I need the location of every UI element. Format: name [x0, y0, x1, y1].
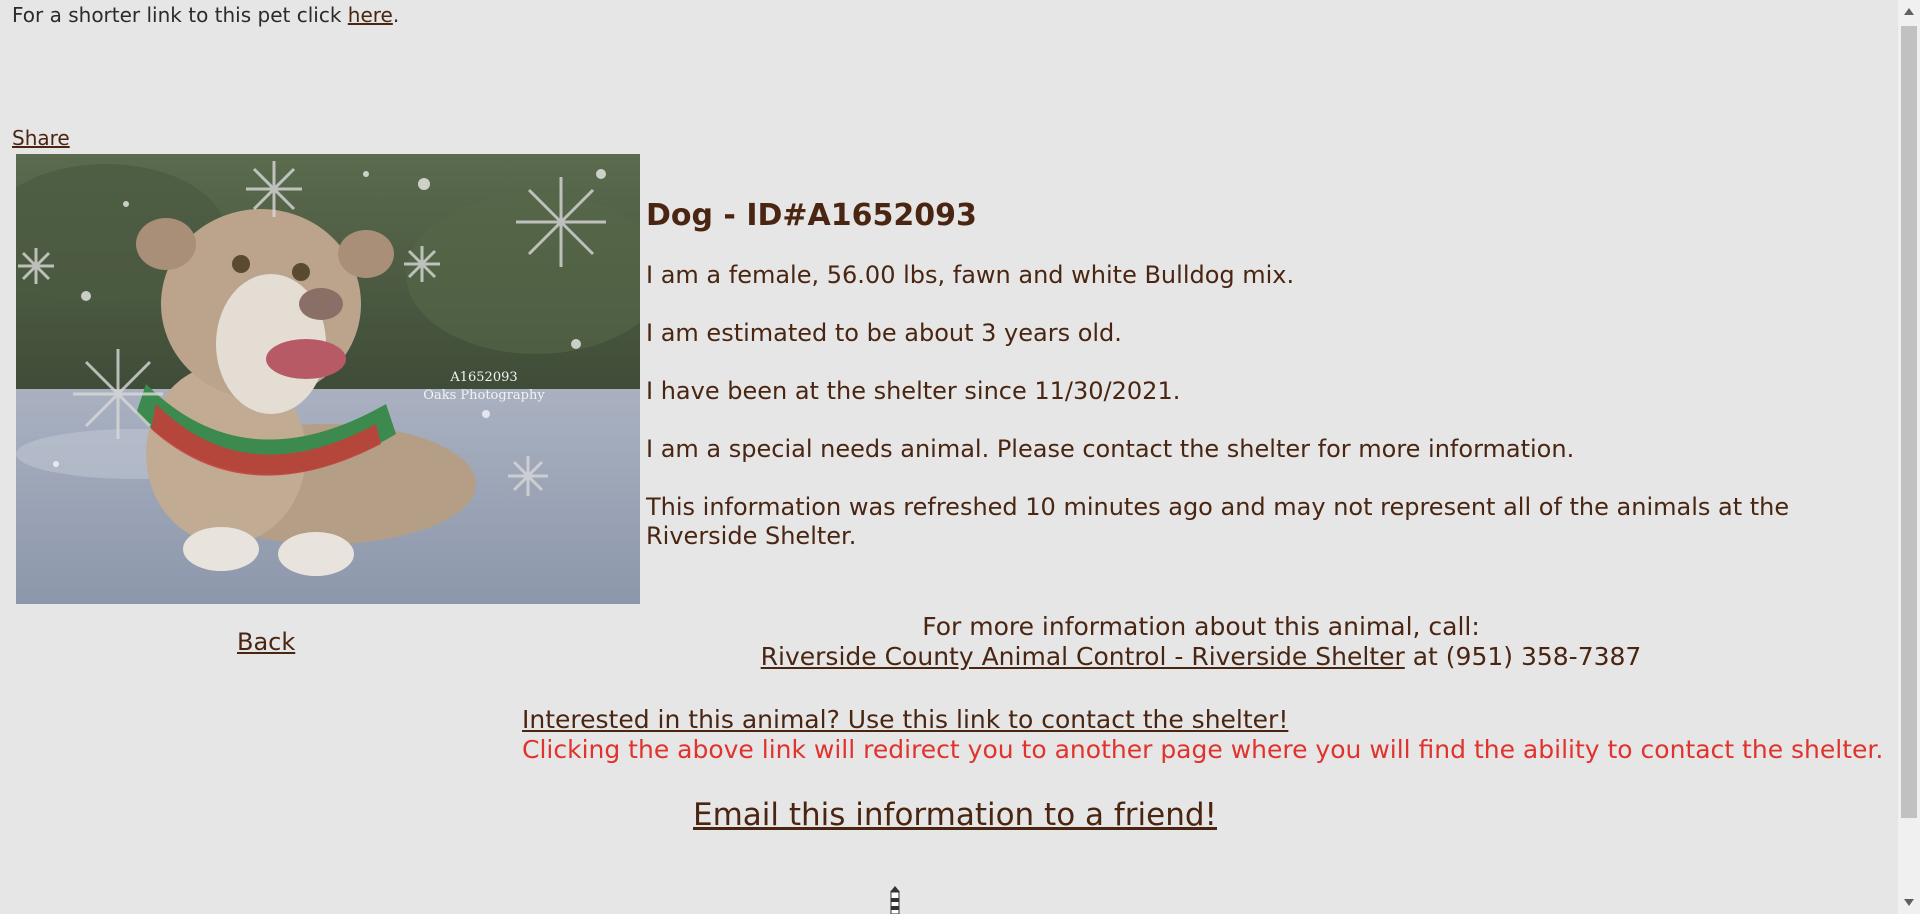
animal-shelter-since: I have been at the shelter since 11/30/2… [646, 377, 1181, 405]
short-link-here[interactable]: here [348, 3, 393, 27]
refresh-notice: This information was refreshed 10 minute… [646, 493, 1790, 550]
scrollbar-thumb[interactable] [1901, 26, 1917, 818]
back-link[interactable]: Back [237, 628, 295, 656]
short-link-text: For a shorter link to this pet click [12, 3, 348, 27]
animal-description: I am a female, 56.00 lbs, fawn and white… [646, 261, 1295, 289]
animal-age: I am estimated to be about 3 years old. [646, 319, 1122, 347]
redirect-note: Clicking the above link will redirect yo… [522, 735, 1884, 764]
interest-block: Interested in this animal? Use this link… [522, 705, 1883, 765]
animal-details: Dog - ID#A1652093 I am a female, 56.00 l… [646, 198, 1876, 580]
call-line: Riverside County Animal Control - Rivers… [646, 642, 1756, 672]
photo-watermark-id: A1652093 [449, 370, 517, 385]
phone-prefix: at [1404, 642, 1446, 671]
call-intro: For more information about this animal, … [922, 612, 1480, 641]
shelter-link[interactable]: Riverside County Animal Control - Rivers… [761, 642, 1405, 671]
lighthouse-icon [890, 886, 900, 914]
email-friend-link[interactable]: Email this information to a friend! [693, 797, 1217, 833]
vertical-scrollbar[interactable] [1898, 0, 1920, 914]
animal-title: Dog - ID#A1652093 [646, 198, 977, 233]
scroll-down-icon[interactable] [1904, 899, 1914, 906]
shelter-phone: (951) 358-7387 [1445, 642, 1642, 671]
scroll-up-icon[interactable] [1904, 8, 1914, 15]
photo-watermark-credit: Oaks Photography [423, 388, 545, 403]
share-link[interactable]: Share [12, 126, 70, 150]
contact-shelter-link[interactable]: Interested in this animal? Use this link… [522, 705, 1288, 734]
call-info: For more information about this animal, … [646, 612, 1756, 672]
pet-photo: A1652093 Oaks Photography [16, 154, 640, 604]
short-link-line: For a shorter link to this pet click her… [12, 3, 399, 27]
pet-detail-page: For a shorter link to this pet click her… [0, 0, 1898, 914]
short-link-suffix: . [392, 3, 400, 27]
animal-special-needs: I am a special needs animal. Please cont… [646, 435, 1575, 463]
